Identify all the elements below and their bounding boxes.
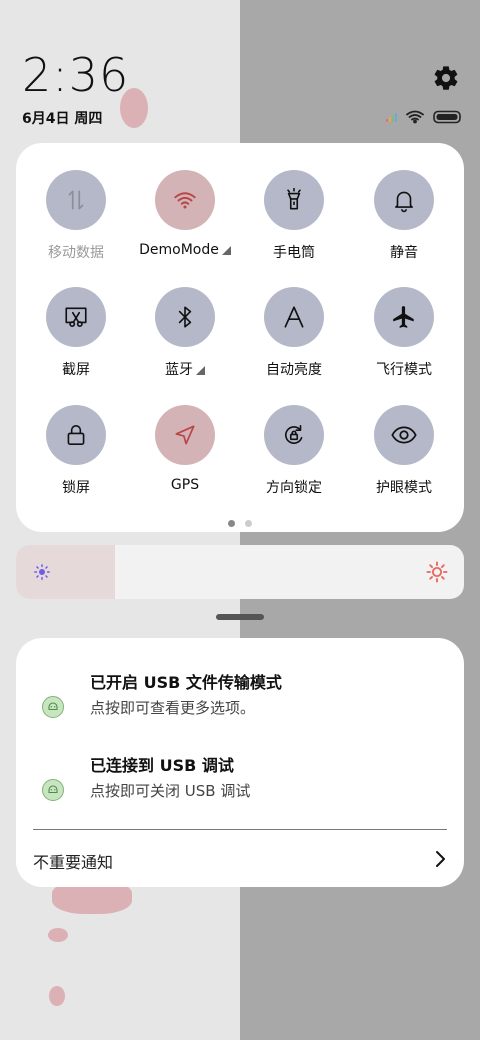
notification-panel: 已开启 USB 文件传输模式 点按即可查看更多选项。 已连接到 USB 调试 点… (16, 638, 464, 887)
wallpaper-blot (49, 986, 65, 1006)
lock-icon (67, 424, 85, 446)
tile-label: 锁屏 (62, 480, 90, 496)
screenshot-icon (65, 307, 87, 328)
wifi-icon (406, 110, 424, 124)
notification-item[interactable]: 已开启 USB 文件传输模式 点按即可查看更多选项。 (16, 667, 464, 727)
notification-subtitle: 点按即可关闭 USB 调试 (90, 782, 251, 800)
battery-icon (433, 110, 461, 124)
eye-icon (391, 426, 417, 444)
tile-flashlight[interactable]: 手电筒 (239, 170, 349, 280)
bluetooth-icon (178, 306, 192, 328)
brightness-low-icon (34, 564, 50, 580)
airplane-icon (393, 306, 414, 328)
auto-brightness-icon (284, 306, 304, 328)
tile-circle[interactable] (374, 405, 434, 465)
gear-icon[interactable] (432, 64, 460, 92)
rotation-lock-icon (285, 424, 303, 444)
status-icons (386, 110, 461, 124)
tile-label: 移动数据 (48, 245, 104, 261)
tile-circle[interactable] (374, 287, 434, 347)
notification-title: 已连接到 USB 调试 (90, 756, 234, 775)
brightness-high-icon (426, 561, 448, 583)
tile-label: 护眼模式 (376, 480, 432, 496)
page-dot-active (228, 520, 235, 527)
tile-lock-screen[interactable]: 锁屏 (21, 405, 131, 515)
quick-settings-panel: 移动数据 DemoMode 手电筒 静音 截屏 蓝牙 自动亮度 飞行模式 锁屏 … (16, 143, 464, 532)
tile-circle[interactable] (264, 287, 324, 347)
tile-label-text: DemoMode (139, 242, 219, 258)
chevron-right-icon[interactable] (434, 850, 446, 868)
wallpaper-blot (48, 928, 68, 942)
tile-mobile-data[interactable]: 移动数据 (21, 170, 131, 280)
menu-triangle-icon (221, 246, 231, 255)
tile-demomode-wifi[interactable]: DemoMode (130, 170, 240, 280)
tile-circle[interactable] (46, 170, 106, 230)
tile-gps[interactable]: GPS (130, 405, 240, 515)
mobile-data-icon (68, 190, 84, 210)
menu-triangle-icon (196, 366, 205, 375)
tile-label: 手电筒 (273, 245, 315, 261)
tile-label: 自动亮度 (266, 362, 322, 378)
tile-airplane-mode[interactable]: 飞行模式 (349, 287, 459, 397)
tile-screenshot[interactable]: 截屏 (21, 287, 131, 397)
tile-label: DemoMode (130, 242, 240, 258)
android-icon (42, 779, 64, 801)
unimportant-notifications-label[interactable]: 不重要通知 (33, 849, 113, 873)
drag-handle[interactable] (216, 614, 264, 620)
clock[interactable]: 2:36 (22, 48, 129, 102)
wifi-icon (174, 192, 196, 209)
notification-subtitle: 点按即可查看更多选项。 (90, 699, 256, 717)
tile-circle[interactable] (155, 170, 215, 230)
flashlight-icon (287, 187, 301, 210)
tile-bluetooth[interactable]: 蓝牙 (130, 287, 240, 397)
page-dot (245, 520, 252, 527)
tile-circle[interactable] (46, 405, 106, 465)
tile-label: 蓝牙 (130, 359, 240, 379)
tile-label: 飞行模式 (376, 362, 432, 378)
bell-icon (395, 191, 413, 213)
tile-rotation-lock[interactable]: 方向锁定 (239, 405, 349, 515)
tile-label: 静音 (390, 245, 418, 261)
tile-circle[interactable] (374, 170, 434, 230)
location-arrow-icon (175, 425, 195, 445)
tile-circle[interactable] (155, 287, 215, 347)
brightness-fill (16, 545, 115, 599)
tile-circle[interactable] (155, 405, 215, 465)
tile-auto-brightness[interactable]: 自动亮度 (239, 287, 349, 397)
tile-eye-care[interactable]: 护眼模式 (349, 405, 459, 515)
notification-title: 已开启 USB 文件传输模式 (90, 673, 282, 692)
tile-circle[interactable] (264, 405, 324, 465)
tile-silent[interactable]: 静音 (349, 170, 459, 280)
tile-label-text: 蓝牙 (165, 362, 193, 378)
tile-label: GPS (170, 477, 200, 493)
brightness-slider[interactable] (16, 545, 464, 599)
date[interactable]: 6月4日 周四 (22, 108, 102, 128)
android-icon (42, 696, 64, 718)
signal-icon (386, 113, 397, 122)
tile-circle[interactable] (264, 170, 324, 230)
tile-label: 截屏 (62, 362, 90, 378)
notification-item[interactable]: 已连接到 USB 调试 点按即可关闭 USB 调试 (16, 750, 464, 810)
tile-circle[interactable] (46, 287, 106, 347)
divider (33, 829, 447, 830)
tile-label: 方向锁定 (266, 480, 322, 496)
